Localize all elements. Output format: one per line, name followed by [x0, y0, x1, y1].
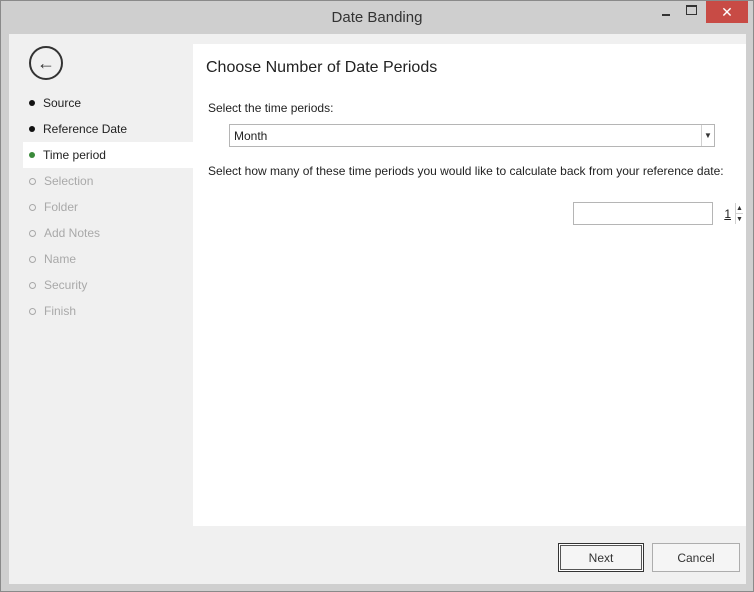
step-label: Folder	[44, 200, 79, 214]
step-label: Selection	[44, 174, 94, 188]
step-time-period[interactable]: Time period	[23, 142, 193, 168]
step-name: Name	[23, 246, 193, 272]
step-pending-ring-icon	[29, 177, 36, 185]
chevron-down-icon[interactable]: ▼	[701, 125, 714, 146]
step-source[interactable]: Source	[23, 90, 193, 116]
step-pending-ring-icon	[29, 255, 36, 263]
title-bar[interactable]: Date Banding ✕	[1, 1, 753, 33]
step-reference-date[interactable]: Reference Date	[23, 116, 193, 142]
step-add-notes: Add Notes	[23, 220, 193, 246]
period-label: Select the time periods:	[208, 101, 334, 115]
step-done-bullet-icon	[29, 100, 35, 106]
wizard-steps: Source Reference Date Time period Select…	[23, 90, 193, 324]
step-label: Time period	[43, 148, 106, 162]
step-label: Security	[44, 278, 88, 292]
dialog-window: Date Banding ✕ ← Source Reference Date T…	[0, 0, 754, 592]
step-selection: Selection	[23, 168, 193, 194]
time-period-select[interactable]: Month ▼	[229, 124, 715, 147]
close-button[interactable]: ✕	[706, 1, 748, 23]
decrement-arrow-icon[interactable]: ▼	[736, 214, 743, 224]
back-arrow-icon: ←	[37, 52, 55, 73]
step-pending-ring-icon	[29, 229, 36, 237]
maximize-icon	[685, 5, 697, 15]
dialog-client-area: ← Source Reference Date Time period Sele…	[9, 34, 746, 584]
step-pending-ring-icon	[29, 307, 36, 315]
step-pending-ring-icon	[29, 281, 36, 289]
minimize-icon	[662, 14, 670, 16]
step-pending-ring-icon	[29, 203, 36, 211]
dialog-footer: Next Cancel	[9, 526, 746, 584]
step-label: Reference Date	[43, 122, 128, 136]
period-count-stepper[interactable]: ▲ ▼	[573, 202, 743, 225]
step-label: Add Notes	[44, 226, 101, 240]
step-folder: Folder	[23, 194, 193, 220]
cancel-button[interactable]: Cancel	[652, 543, 740, 572]
stepper-buttons: ▲ ▼	[735, 203, 743, 224]
step-label: Name	[44, 252, 77, 266]
maximize-button[interactable]	[676, 1, 706, 23]
period-count-input[interactable]	[574, 203, 735, 224]
close-icon: ✕	[721, 3, 733, 20]
next-button[interactable]: Next	[558, 543, 644, 572]
increment-arrow-icon[interactable]: ▲	[736, 203, 743, 214]
window-title: Date Banding	[331, 9, 423, 26]
step-label: Source	[43, 96, 82, 110]
time-period-value: Month	[234, 128, 268, 143]
step-security: Security	[23, 272, 193, 298]
page-title: Choose Number of Date Periods	[206, 59, 438, 76]
back-button[interactable]: ←	[29, 46, 63, 80]
step-label: Finish	[44, 304, 77, 318]
step-done-bullet-icon	[29, 126, 35, 132]
wizard-content-panel: Choose Number of Date Periods Select the…	[193, 44, 746, 526]
wizard-sidebar: ← Source Reference Date Time period Sele…	[9, 34, 193, 526]
count-label: Select how many of these time periods yo…	[208, 164, 724, 178]
step-finish: Finish	[23, 298, 193, 324]
step-current-bullet-icon	[29, 152, 35, 158]
